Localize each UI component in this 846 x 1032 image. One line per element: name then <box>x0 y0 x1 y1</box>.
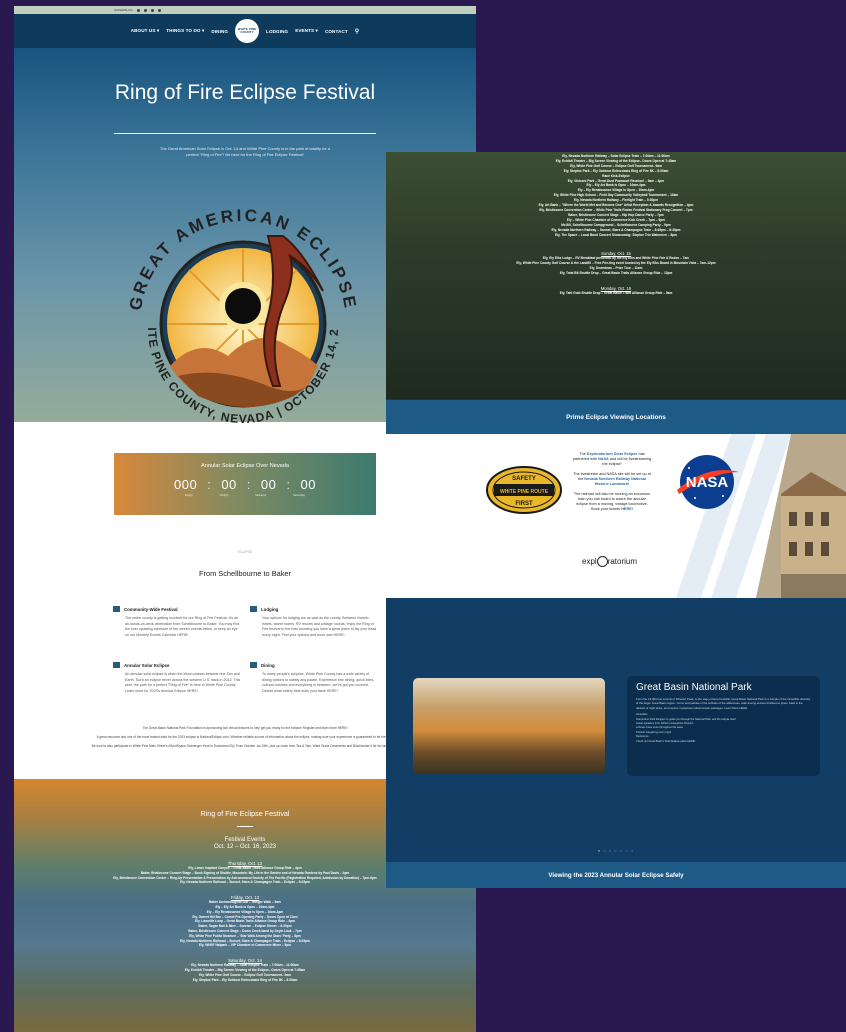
feature-text: To many people's surprise, White Pine Co… <box>262 672 375 693</box>
feature-title: Dining <box>261 662 275 668</box>
nav-lodging[interactable]: LODGING <box>266 29 288 34</box>
facebook-icon[interactable] <box>136 8 140 12</box>
search-icon[interactable]: ⚲ <box>355 28 360 35</box>
exploratorium-logo-text: ratorium <box>607 557 638 566</box>
countdown-days: 000 <box>174 477 198 492</box>
viewing-safely-heading: Viewing the 2023 Annular Solar Eclipse S… <box>386 862 846 888</box>
countdown-days-label: Day(s) <box>185 494 193 497</box>
great-basin-card: Great Basin National Park From the 13,06… <box>627 676 820 776</box>
countdown-seconds: 00 <box>300 477 316 492</box>
event-line: Ely, The Space – Local Band Concert Show… <box>554 232 678 237</box>
railway-link[interactable]: Nevada Northern Railway National Histori… <box>584 477 646 486</box>
park-title: Great Basin National Park <box>636 682 752 693</box>
promo-text: The Exploratorium Solar Eclipse has part… <box>572 452 652 512</box>
promo-text-part: The <box>579 452 587 456</box>
eclipse-badge-logo: GREAT AMERICAN ECLIPSE WHITE PINE COUNTY… <box>118 196 357 426</box>
feature-title: Annular Solar Eclipse <box>124 662 170 668</box>
nav-dining[interactable]: DINING <box>211 29 228 34</box>
nav-things-to-do[interactable]: THINGS TO DO ▾ <box>166 28 204 34</box>
exploratorium-logo-text: expl <box>582 557 597 566</box>
safety-mid-text: WHITE PINE ROUTE <box>500 489 549 495</box>
title-divider <box>114 133 376 134</box>
topbar-label: SUPERBLOG <box>114 8 133 12</box>
countdown-timer: Annular Solar Eclipse Over Nevada 000: 0… <box>114 453 376 515</box>
exploratorium-promo: SAFETY WHITE PINE ROUTE FIRST The Explor… <box>386 434 846 598</box>
feature-dining: Dining To many people's surprise, White … <box>250 662 378 694</box>
feature-eclipse: Annular Solar Eclipse An annular solar e… <box>113 662 241 694</box>
twitter-icon[interactable] <box>143 8 147 12</box>
feature-title: Lodging <box>261 606 279 612</box>
great-basin-section: Great Basin National Park From the 13,06… <box>386 598 846 862</box>
promo-text-part: The railroad will also be running an exc… <box>573 492 651 511</box>
nasa-link[interactable]: NASA <box>598 457 609 461</box>
nasa-logo: NASA <box>677 455 739 509</box>
safety-top-text: SAFETY <box>512 476 536 482</box>
safety-first-logo: SAFETY WHITE PINE ROUTE FIRST <box>486 466 562 514</box>
site-logo[interactable]: WHITE PINE COUNTY <box>235 19 260 43</box>
nav-events[interactable]: EVENTS ▾ <box>295 28 318 34</box>
event-line: Ely, Tahl Gold Shuttle Drop – Great Basi… <box>559 291 673 296</box>
event-line: Ely, Total Bit Shuttle Drop – Great Basi… <box>559 271 673 276</box>
page-title: Ring of Fire Eclipse Festival <box>114 81 376 104</box>
safety-bottom-text: FIRST <box>515 501 533 507</box>
nav-about-us[interactable]: ABOUT US ▾ <box>131 28 160 34</box>
nasa-logo-text: NASA <box>686 474 729 491</box>
fork-knife-icon <box>250 662 257 668</box>
park-description: From the 13,063-foot summit of Wheeler P… <box>636 697 811 710</box>
event-line: Ely, Steptoe Park – Ely Outdoor Enthusia… <box>192 977 298 982</box>
feature-text: Your options for lodging are as vast as … <box>262 616 377 637</box>
feature-title: Community-Wide Festival <box>124 606 178 612</box>
top-social-bar: SUPERBLOG <box>14 6 476 14</box>
instagram-icon[interactable] <box>150 8 154 12</box>
calendar-icon <box>113 606 120 612</box>
event-line: Ely, Nevada Northern Railroad – Sunset, … <box>180 880 310 885</box>
park-amenities: Amenities Interpretive Park Rangers to g… <box>636 713 820 744</box>
bed-icon <box>250 606 257 612</box>
feature-lodging: Lodging Your options for lodging are as … <box>250 606 378 638</box>
list-item[interactable]: Check out Great Basin's Solar Eclipse pl… <box>636 740 820 744</box>
countdown-minutes-label: Minute(s) <box>255 494 267 497</box>
countdown-minutes: 00 <box>260 477 277 492</box>
hero-intro: The Great American Solar Eclipse is Oct.… <box>159 146 331 157</box>
feature-text: The entire county is getting involved fo… <box>125 616 240 637</box>
right-page-screenshot: Ely, Nevada Northern Railway – Solar Ecl… <box>386 152 846 888</box>
viewing-locations-heading: Prime Eclipse Viewing Locations <box>386 400 846 434</box>
sun-icon <box>113 662 120 668</box>
countdown-hours-label: Hour(s) <box>219 494 229 497</box>
exploratorium-logo: expl ratorium <box>582 556 637 567</box>
tickets-link[interactable]: HERE! <box>621 507 633 511</box>
exploratorium-link[interactable]: Exploratorium Solar Eclipse <box>587 452 638 456</box>
main-nav: ABOUT US ▾ THINGS TO DO ▾ DINING WHITE P… <box>14 14 476 48</box>
nav-contact[interactable]: CONTACT <box>325 29 348 34</box>
carousel-dots[interactable]: ● ○ ○ ○ ○ ○ ○ <box>386 848 846 853</box>
feature-text: An annular solar eclipse is when the Moo… <box>125 672 241 693</box>
countdown-hours: 00 <box>221 477 237 492</box>
festival-divider <box>237 826 253 827</box>
night-events-section: Ely, Nevada Northern Railway – Solar Ecl… <box>386 152 846 399</box>
feature-community: Community-Wide Festival The entire count… <box>113 606 241 638</box>
youtube-icon[interactable] <box>157 8 161 12</box>
promo-text-part: and will be livestreaming the eclipse! <box>602 457 652 466</box>
logo-text: WHITE PINE COUNTY <box>237 27 257 34</box>
event-line: Ely, WNSF Nalpark – VIP Chamber of Comme… <box>198 943 292 948</box>
great-basin-photo <box>413 678 605 774</box>
countdown-seconds-label: Second(s) <box>293 494 305 497</box>
countdown-title: Annular Solar Eclipse Over Nevada <box>201 463 289 469</box>
